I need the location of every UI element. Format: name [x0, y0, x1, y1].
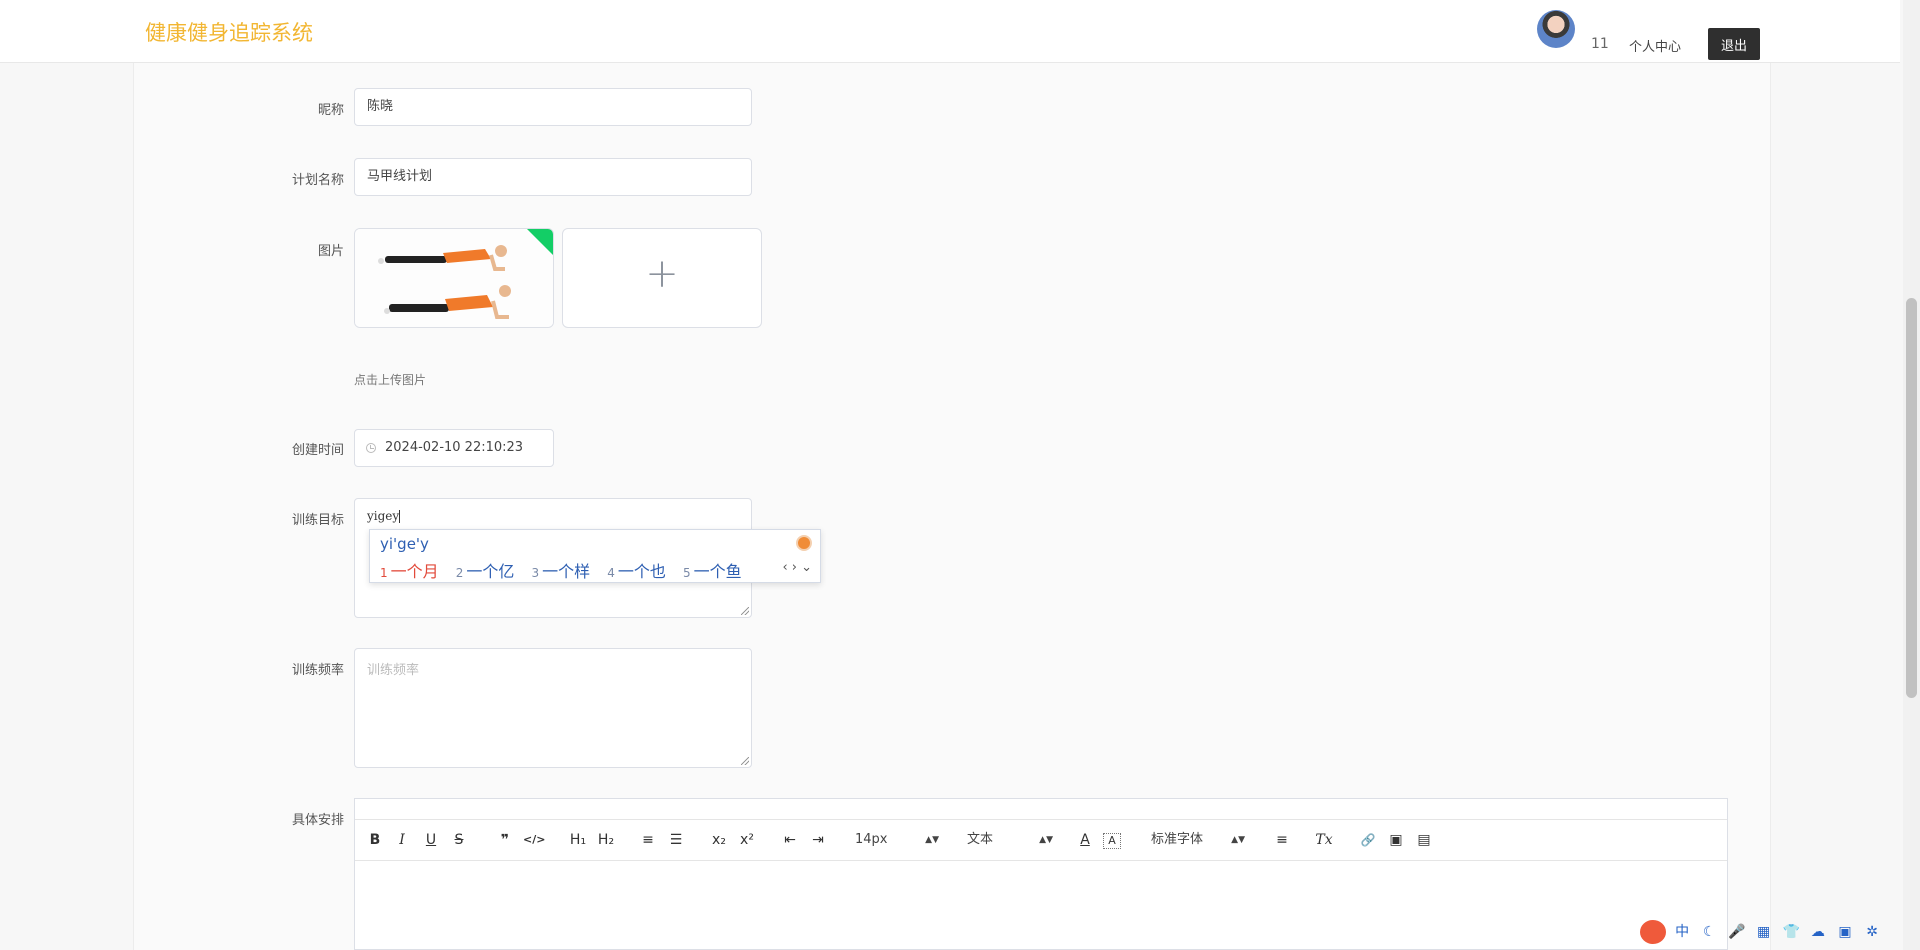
ime-page-nav-icon[interactable]: ‹ › ⌄: [782, 560, 812, 575]
sogou-logo-icon[interactable]: [1640, 920, 1666, 944]
scrollbar-thumb[interactable]: [1906, 298, 1917, 698]
toolbox-icon[interactable]: ▣: [1837, 924, 1853, 940]
ime-toolbar-tray: 中 ☾ 🎤 ▦ 👕 ☁ ▣ ✲: [1640, 920, 1887, 950]
ime-composition: yi'ge'y: [380, 535, 429, 553]
underline-button[interactable]: U: [423, 830, 439, 850]
font-size-select[interactable]: 14px ▲▼: [855, 830, 939, 850]
settings-icon[interactable]: ✲: [1864, 924, 1880, 940]
ime-candidate-5[interactable]: 5 一个鱼: [683, 558, 742, 582]
goal-label: 训练目标: [291, 513, 344, 528]
indent-button[interactable]: ⇥: [809, 830, 827, 850]
ime-candidate-window: yi'ge'y 1 一个月 2 一个亿 3 一个样 4 一个也 5 一个鱼 ‹ › ⌄: [369, 529, 821, 583]
frequency-textarea[interactable]: 训练频率: [354, 648, 752, 768]
username: 11: [1591, 36, 1609, 52]
italic-button[interactable]: I: [395, 830, 409, 850]
created-time-value: 2024-02-10 22:10:23: [385, 440, 524, 455]
image-upload-button[interactable]: +: [562, 228, 762, 328]
uploaded-image-thumbnail[interactable]: [354, 228, 554, 328]
user-avatar[interactable]: [1537, 10, 1575, 48]
blockquote-button[interactable]: ❞: [497, 830, 513, 850]
superscript-button[interactable]: x²: [737, 830, 757, 850]
header-2-button[interactable]: H₂: [595, 830, 617, 850]
schedule-rich-editor[interactable]: B I U S ❞ </> H₁ H₂ ≡ ☰ x₂ x² ⇤ ⇥ 14px ▲▼…: [354, 798, 1728, 950]
resize-grip-icon[interactable]: [741, 607, 749, 615]
align-button[interactable]: ≡: [1273, 830, 1291, 850]
clock-icon: [366, 443, 376, 453]
plus-icon: +: [645, 251, 679, 297]
page-scrollbar[interactable]: [1903, 0, 1920, 950]
nickname-label: 昵称: [317, 103, 344, 118]
video-button[interactable]: ▤: [1415, 830, 1433, 850]
bullet-list-button[interactable]: ☰: [667, 830, 685, 850]
select-arrows-icon: ▲▼: [1039, 835, 1053, 845]
top-header: 健康健身追踪系统 11 个人中心 退出: [0, 0, 1900, 63]
background-color-button[interactable]: A: [1103, 833, 1121, 849]
image-label: 图片: [317, 244, 344, 259]
punctuation-icon[interactable]: ☾: [1701, 924, 1717, 940]
personal-center-link[interactable]: 个人中心: [1629, 36, 1681, 55]
upload-hint: 点击上传图片: [354, 373, 427, 387]
ime-candidate-4[interactable]: 4 一个也: [607, 558, 666, 582]
select-arrows-icon: ▲▼: [1231, 835, 1245, 845]
keyboard-icon[interactable]: ▦: [1756, 924, 1772, 940]
ime-candidate-1[interactable]: 1 一个月: [380, 558, 439, 582]
schedule-label: 具体安排: [291, 813, 344, 828]
microphone-icon[interactable]: 🎤: [1728, 924, 1745, 940]
upload-success-badge: [526, 229, 553, 256]
skin-icon[interactable]: 👕: [1783, 924, 1800, 940]
code-block-button[interactable]: </>: [523, 830, 545, 850]
plank-exercise-image: [355, 229, 553, 327]
created-time-picker[interactable]: 2024-02-10 22:10:23: [354, 429, 554, 467]
resize-grip-icon[interactable]: [741, 757, 749, 765]
frequency-placeholder: 训练频率: [367, 663, 420, 678]
image-button[interactable]: ▣: [1387, 830, 1405, 850]
goal-typed-text: yigey: [367, 509, 400, 523]
ime-candidate-3[interactable]: 3 一个样: [532, 558, 591, 582]
text-caret: [399, 510, 401, 523]
clean-format-button[interactable]: Tx: [1315, 830, 1333, 850]
link-button[interactable]: 🔗: [1359, 830, 1377, 850]
plan-name-input[interactable]: 马甲线计划: [354, 158, 752, 196]
ime-candidate-list: 1 一个月 2 一个亿 3 一个样 4 一个也 5 一个鱼: [380, 558, 754, 582]
ime-candidate-2[interactable]: 2 一个亿: [456, 558, 515, 582]
header-select[interactable]: 文本 ▲▼: [967, 830, 1053, 850]
brand-title[interactable]: 健康健身追踪系统: [145, 17, 313, 47]
created-time-label: 创建时间: [291, 443, 344, 458]
text-color-button[interactable]: A: [1077, 830, 1093, 850]
editor-toolbar: B I U S ❞ </> H₁ H₂ ≡ ☰ x₂ x² ⇤ ⇥ 14px ▲▼…: [355, 819, 1727, 861]
outdent-button[interactable]: ⇤: [781, 830, 799, 850]
ordered-list-button[interactable]: ≡: [639, 830, 657, 850]
subscript-button[interactable]: x₂: [709, 830, 729, 850]
ime-logo-icon[interactable]: [796, 535, 812, 551]
chinese-mode-icon[interactable]: 中: [1674, 924, 1690, 940]
plan-name-label: 计划名称: [291, 173, 344, 188]
font-family-select[interactable]: 标准字体 ▲▼: [1151, 830, 1245, 850]
nickname-input[interactable]: 陈晓: [354, 88, 752, 126]
strike-button[interactable]: S: [451, 830, 467, 850]
select-arrows-icon: ▲▼: [925, 835, 939, 845]
logout-button[interactable]: 退出: [1708, 28, 1760, 60]
cloud-icon[interactable]: ☁: [1810, 924, 1826, 940]
bold-button[interactable]: B: [367, 830, 383, 850]
frequency-label: 训练频率: [291, 663, 344, 678]
header-1-button[interactable]: H₁: [567, 830, 589, 850]
